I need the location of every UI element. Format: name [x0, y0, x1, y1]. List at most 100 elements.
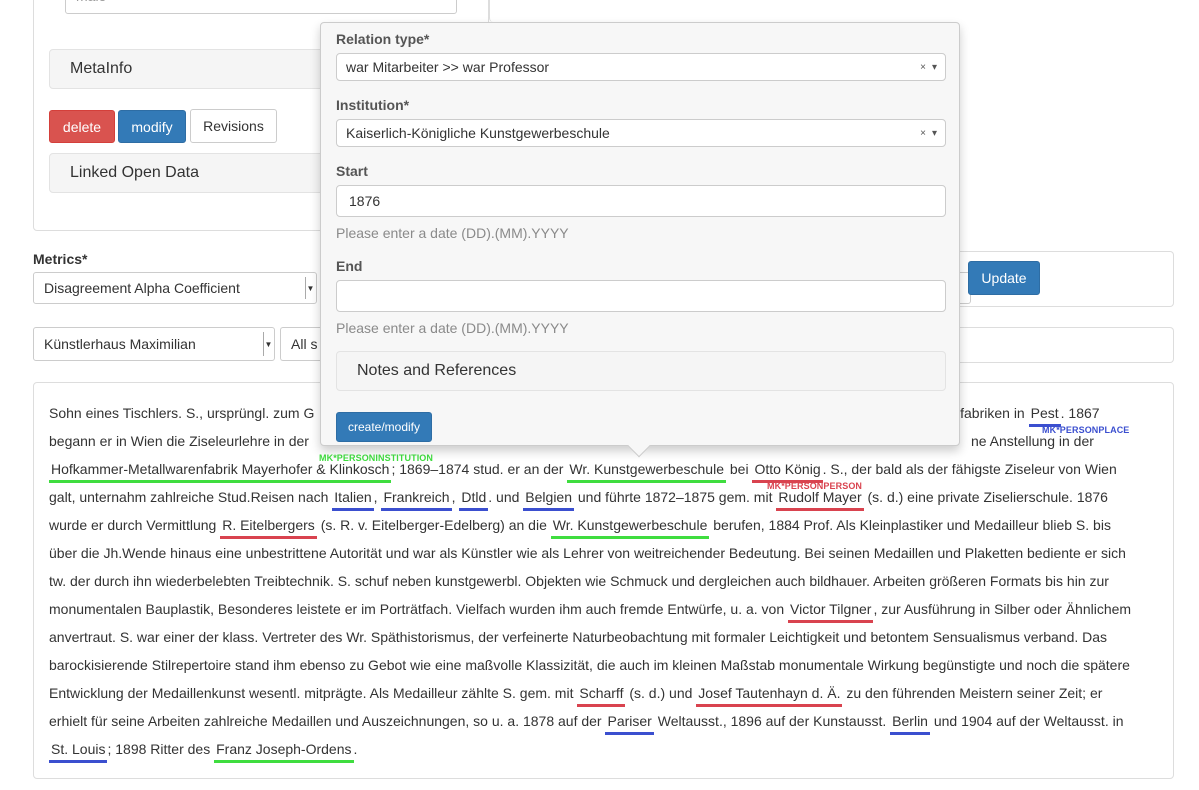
end-date-help: Please enter a date (DD).(MM).YYYY [336, 320, 569, 336]
entity-person-eitelberger[interactable]: R. Eitelbergers [220, 514, 317, 539]
entity-person-tautenhayn[interactable]: Josef Tautenhayn d. Ä. [696, 682, 843, 707]
modify-button-label: modify [131, 118, 173, 135]
notes-references-section[interactable]: Notes and References [336, 351, 946, 391]
clear-icon[interactable]: × [920, 128, 926, 139]
text-line-13: St. Louis; 1898 Ritter des Franz Joseph-… [49, 735, 1158, 763]
text-segment: nfabriken in [952, 405, 1025, 421]
chevron-down-icon[interactable]: ▾ [932, 62, 937, 73]
chevron-down-icon: ▼ [305, 277, 315, 299]
text-segment: Entwicklung der Medaillenkunst wesentl. … [49, 685, 574, 701]
revisions-button-label: Revisions [203, 118, 264, 134]
text-segment: wurde er durch Vermittlung [49, 517, 217, 533]
entity-place-dtld[interactable]: Dtld [459, 486, 489, 511]
text-line-8: monumentalen Bauplastik, Besonderes leis… [49, 595, 1158, 623]
text-segment: galt, unternahm zahlreiche Stud.Reisen n… [49, 489, 329, 505]
text-line-9: anvertraut. S. war einer der klass. Vert… [49, 629, 1108, 645]
gender-select[interactable]: male [65, 0, 457, 14]
select-controls: × ▾ [920, 54, 937, 80]
text-segment: . S., der bald als der fähigste Ziseleur… [822, 461, 1117, 477]
entity-place-frankreich[interactable]: Frankreich [381, 486, 452, 511]
text-line-4: galt, unternahm zahlreiche Stud.Reisen n… [49, 483, 1158, 511]
create-modify-label: create/modify [347, 420, 421, 434]
entity-person-otto-koenig[interactable]: Otto König [752, 458, 823, 483]
linked-open-data-label: Linked Open Data [70, 164, 199, 181]
entity-institution-kunstgewerbeschule[interactable]: Wr. Kunstgewerbeschule [567, 458, 726, 483]
text-line-3: Hofkammer-Metallwarenfabrik Mayerhofer &… [49, 455, 1158, 483]
text-segment: . und [488, 489, 520, 505]
tag-person-person: MK*PERSONPERSON [767, 481, 863, 491]
institution-value: Kaiserlich-Königliche Kunstgewerbeschule [346, 125, 610, 141]
project-select-value: Künstlerhaus Maximilian [44, 336, 196, 352]
modify-button[interactable]: modify [118, 110, 186, 143]
relation-popover: Relation type* war Mitarbeiter >> war Pr… [320, 22, 960, 458]
entity-place-berlin[interactable]: Berlin [890, 710, 930, 735]
text-line-7: tw. der durch ihn wiederbelebten Treibte… [49, 573, 1109, 589]
text-segment: . [353, 741, 358, 757]
text-segment: zu den führenden Meistern seiner Zeit; e… [846, 685, 1103, 701]
text-segment: (s. d.) und [629, 685, 693, 701]
start-date-value: 1876 [349, 193, 381, 209]
text-line-10: barockisierende Stilrepertoire stand ihm… [49, 657, 1130, 673]
entity-institution-franz-joseph-orden[interactable]: Franz Joseph-Ordens [214, 738, 354, 763]
end-label: End [336, 258, 363, 274]
second-filter-select-value: All s [291, 336, 318, 352]
start-label: Start [336, 163, 368, 179]
start-date-help: Please enter a date (DD).(MM).YYYY [336, 225, 569, 241]
entity-place-belgien[interactable]: Belgien [523, 486, 574, 511]
text-segment: monumentalen Bauplastik, Besonderes leis… [49, 601, 785, 617]
text-segment: Sohn eines Tischlers. S., ursprüngl. zum… [49, 405, 315, 421]
text-segment: , zur Ausführung in Silber oder Ähnliche… [873, 601, 1132, 617]
text-segment: (s. d.) eine private Ziselierschule. 187… [867, 489, 1108, 505]
relation-type-value: war Mitarbeiter >> war Professor [346, 59, 550, 75]
text-segment: ; 1869–1874 stud. er an der [391, 461, 564, 477]
relation-type-select[interactable]: war Mitarbeiter >> war Professor × ▾ [336, 53, 946, 81]
institution-label: Institution* [336, 97, 410, 113]
relation-type-label: Relation type* [336, 31, 430, 47]
text-line-6: über die Jh.Wende hinaus eine unbestritt… [49, 545, 1126, 561]
text-segment: . 1867 [1060, 405, 1100, 421]
text-segment: und führte 1872–1875 gem. mit [577, 489, 773, 505]
notes-references-label: Notes and References [357, 362, 517, 379]
delete-button[interactable]: delete [49, 110, 115, 143]
text-segment: Weltausst., 1896 auf der Kunstausst. [657, 713, 887, 729]
update-button[interactable]: Update [968, 261, 1040, 295]
create-modify-button[interactable]: create/modify [336, 412, 432, 442]
text-line-12: erhielt für seine Arbeiten zahlreiche Me… [49, 707, 1158, 735]
chevron-down-icon[interactable]: ▾ [932, 128, 937, 139]
entity-place-italien[interactable]: Italien [332, 486, 374, 511]
chevron-down-icon: ▼ [263, 332, 273, 356]
entity-person-scharff[interactable]: Scharff [577, 682, 626, 707]
metrics-select[interactable]: Disagreement Alpha Coefficient ▼ [33, 272, 317, 304]
text-segment: bei [729, 461, 749, 477]
entity-place-st-louis[interactable]: St. Louis [49, 738, 108, 763]
metrics-select-value: Disagreement Alpha Coefficient [44, 280, 240, 296]
revisions-button[interactable]: Revisions [190, 109, 277, 143]
text-segment: (s. R. v. Eitelberger-Edelberg) an die [320, 517, 547, 533]
text-segment: ne Anstellung in der [970, 433, 1094, 449]
entity-place-pest[interactable]: Pest [1028, 402, 1061, 427]
right-top-panel [489, 0, 1174, 22]
entity-person-victor-tilgner[interactable]: Victor Tilgner [788, 598, 874, 623]
text-segment: berufen, 1884 Prof. Als Kleinplastiker u… [713, 517, 1111, 533]
tag-person-place: MK*PERSONPLACE [1042, 425, 1130, 435]
delete-button-label: delete [62, 118, 102, 135]
gender-select-value: male [76, 0, 106, 4]
text-segment: begann er in Wien die Ziseleurlehre in d… [49, 433, 309, 449]
update-button-label: Update [981, 270, 1027, 286]
tag-person-institution: MK*PERSONINSTITUTION [319, 453, 434, 463]
text-segment: ; 1898 Ritter des [107, 741, 211, 757]
entity-institution-kunstgewerbeschule-2[interactable]: Wr. Kunstgewerbeschule [550, 514, 710, 539]
start-date-input[interactable]: 1876 [336, 185, 946, 217]
metainfo-label: MetaInfo [70, 60, 133, 77]
filter-panel [958, 327, 1174, 363]
clear-icon[interactable]: × [920, 62, 926, 73]
end-date-input[interactable] [336, 280, 946, 312]
project-select[interactable]: Künstlerhaus Maximilian ▼ [33, 327, 275, 361]
entity-place-pariser[interactable]: Pariser [605, 710, 654, 735]
metrics-label: Metrics* [33, 251, 88, 267]
text-line-5: wurde er durch Vermittlung R. Eitelberge… [49, 511, 1158, 539]
text-line-11: Entwicklung der Medaillenkunst wesentl. … [49, 679, 1158, 707]
select-controls: × ▾ [920, 120, 937, 146]
institution-select[interactable]: Kaiserlich-Königliche Kunstgewerbeschule… [336, 119, 946, 147]
text-segment: erhielt für seine Arbeiten zahlreiche Me… [49, 713, 602, 729]
